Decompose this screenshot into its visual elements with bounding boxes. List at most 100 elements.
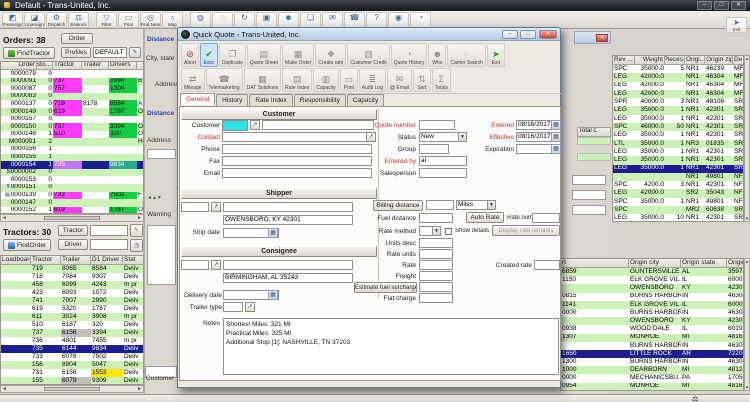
carrier-search-button[interactable]: ◌ Carrier Search bbox=[447, 43, 486, 67]
phone-button[interactable]: ☎ bbox=[344, 12, 365, 28]
column-header[interactable]: Drivers bbox=[109, 62, 137, 70]
order-button[interactable]: Order bbox=[61, 33, 93, 44]
input-fragment[interactable] bbox=[572, 175, 606, 185]
input-fragment[interactable] bbox=[572, 205, 606, 215]
maximize-icon[interactable]: □ bbox=[714, 1, 729, 10]
billing-distance-button[interactable]: Billing distance bbox=[373, 200, 423, 211]
table-row[interactable]: 0938 WOOD DALE IL 60191 bbox=[561, 325, 743, 334]
table-row[interactable]: SPC 35000.0 5 NR1 46239 MF bbox=[613, 65, 743, 74]
table-row[interactable]: 0000148 1 510 320 O bbox=[1, 130, 143, 139]
column-header[interactable]: Order bbox=[1, 62, 37, 70]
table-row[interactable]: LEG 42000.0 NR1 46304 MF bbox=[613, 81, 743, 90]
origins-vscrollbar[interactable]: ▲ ▼ bbox=[744, 258, 750, 391]
table-row[interactable]: SPC 4200.0 3 NR1 42301 NF bbox=[613, 181, 743, 190]
profile-select[interactable]: DEFAULT bbox=[93, 47, 127, 58]
table-row[interactable]: 510 6187 320 Deliv bbox=[1, 321, 143, 329]
scroll-up-icon[interactable]: ▲ bbox=[745, 56, 749, 61]
table-row[interactable]: LEG 35000.0 1 NR1 42301 SR bbox=[613, 131, 743, 140]
table-row[interactable]: 0000147 0 bbox=[1, 199, 143, 207]
rate-number-input[interactable] bbox=[532, 213, 560, 223]
column-header[interactable] bbox=[137, 62, 143, 70]
pencil-icon[interactable]: ✎ bbox=[129, 47, 141, 58]
person-button[interactable]: ☻ bbox=[278, 12, 299, 28]
table-row[interactable]: BURNS HARBORIN 46304 bbox=[561, 341, 743, 350]
table-row[interactable]: NR1 49801 NF bbox=[613, 172, 743, 182]
status-select[interactable]: New ▼ bbox=[419, 132, 467, 142]
column-header[interactable]: Pieces bbox=[665, 56, 685, 65]
balance-button[interactable]: ⚖ Balance bbox=[68, 12, 89, 28]
table-row[interactable]: 1650 LITTLE ROCK AR 72206 bbox=[561, 349, 743, 359]
notepad-icon[interactable]: ✎ bbox=[130, 224, 143, 237]
table-row[interactable]: LEG 42000.0 NR1 46304 MF bbox=[613, 73, 743, 82]
loads-vscrollbar[interactable]: ▲ ▼ bbox=[744, 55, 750, 222]
freight-input[interactable] bbox=[419, 271, 453, 281]
table-row[interactable]: 0000157 0 bbox=[1, 115, 143, 124]
table-row[interactable]: Y 0000151 0 bbox=[1, 183, 143, 192]
table-row[interactable]: S0000002 0 bbox=[1, 168, 143, 177]
column-header[interactable]: Origin bbox=[727, 259, 743, 268]
consignee-address-input[interactable]: BIRMINGHAM, AL 35243 bbox=[223, 273, 353, 283]
display-rate-remarks-button[interactable]: Display rate remarks bbox=[492, 225, 560, 236]
tractor-filter-input[interactable] bbox=[90, 225, 128, 236]
phone-input[interactable] bbox=[222, 144, 372, 154]
input-fragment[interactable] bbox=[572, 190, 606, 200]
table-row[interactable]: 0000137 0 719 8178 8584 A bbox=[1, 100, 143, 108]
calendar-icon[interactable]: ▦ bbox=[551, 120, 561, 130]
column-header[interactable]: Trailer bbox=[82, 62, 109, 70]
fax-input[interactable] bbox=[222, 156, 372, 166]
column-header[interactable]: D1 Driver .. bbox=[91, 256, 123, 265]
column-header[interactable]: Origin zip bbox=[705, 56, 733, 65]
table-row[interactable]: 1000 DEARBORN MI 48124 bbox=[561, 366, 743, 375]
table-row[interactable]: 731 6156 1553 Deliv bbox=[1, 369, 143, 377]
table-row[interactable]: 458 6099 4243 In pr bbox=[1, 281, 143, 289]
who-button[interactable]: ☻ Who bbox=[428, 43, 447, 67]
abort-button[interactable]: ⊘ Abort bbox=[181, 43, 199, 67]
auto-rate-button[interactable]: Auto Rate bbox=[466, 212, 504, 223]
chevron-down-icon[interactable]: ▼ bbox=[458, 133, 466, 141]
capacity-button[interactable]: ▥ Capacity bbox=[313, 68, 339, 92]
notes-textarea[interactable]: Shortest Miles: 321 MI Practical Miles: … bbox=[223, 318, 559, 375]
table-row[interactable]: 1307 MONROE MI 48161 bbox=[561, 333, 743, 342]
table-row[interactable]: ▤ 0000139 0 733 7502 F bbox=[1, 191, 143, 200]
table-row[interactable]: 423 6093 1072 Deliv bbox=[1, 289, 143, 297]
scroll-thumb[interactable] bbox=[44, 386, 100, 392]
mail-button[interactable]: ✉ bbox=[322, 12, 343, 28]
find-near-button[interactable]: ◎ Find Near bbox=[140, 12, 161, 28]
scroll-thumb[interactable] bbox=[44, 215, 100, 221]
quote-sheet-button[interactable]: ▤ Quote Sheet bbox=[246, 43, 281, 67]
table-row[interactable]: 719 8065 8584 Deliv bbox=[1, 265, 143, 273]
sort-button[interactable]: ⇅ Sort bbox=[412, 68, 431, 92]
address-input-fragment[interactable] bbox=[147, 149, 176, 159]
column-header[interactable]: De bbox=[733, 56, 743, 65]
quote-history-button[interactable]: ◔ Quote History bbox=[390, 43, 428, 67]
map-button[interactable]: ♁ Map bbox=[162, 12, 183, 28]
table-row[interactable]: SPR 40000.0 3 NR1 48108 SR bbox=[613, 98, 743, 107]
telemarketing-button[interactable]: ☎ Telemarketing bbox=[205, 68, 243, 92]
table-row[interactable]: LEG 42000.0 SR2 35043 NF bbox=[613, 189, 743, 198]
table-row[interactable]: 611 3024 3908 In pr bbox=[1, 313, 143, 321]
created-rate-input[interactable] bbox=[534, 260, 560, 270]
billing-distance-input[interactable] bbox=[426, 200, 454, 210]
email-button[interactable]: ✉ @ Email bbox=[386, 68, 412, 92]
column-header[interactable]: rt bbox=[561, 259, 629, 268]
tractor-button[interactable]: Tractor bbox=[58, 225, 88, 236]
minimize-icon[interactable]: ‒ bbox=[697, 1, 712, 10]
table-row[interactable]: LEG 35000.0 1 NR1 42301 SR bbox=[613, 147, 743, 157]
calendar-icon[interactable]: ▦ bbox=[551, 144, 561, 154]
tractor-button[interactable]: ▣ bbox=[256, 12, 277, 28]
shipper-name-input[interactable] bbox=[223, 202, 353, 212]
table-row[interactable]: 0000 BURNS HARBORIN 46304 bbox=[561, 308, 743, 318]
customer-browse-icon[interactable]: ↗ bbox=[250, 120, 260, 130]
table-row[interactable]: LEG 35000.0 1 NR1 42301 SR bbox=[613, 156, 743, 165]
record-button[interactable]: ◉ bbox=[388, 12, 409, 28]
email-input[interactable] bbox=[222, 168, 372, 178]
shipper-address-input[interactable]: OWENSBORO, KY 42301 bbox=[223, 215, 353, 225]
pool-button[interactable]: ▭ Pool bbox=[118, 12, 139, 28]
salesperson-input[interactable] bbox=[419, 168, 467, 178]
table-row[interactable]: 619 5320 1787 Deliv bbox=[1, 305, 143, 313]
table-row[interactable]: 733 6078 7502 Deliv bbox=[1, 353, 143, 361]
column-header[interactable]: Origin state bbox=[681, 259, 727, 268]
help-button[interactable]: ? bbox=[366, 12, 387, 28]
rate-method-select[interactable]: ▼ bbox=[419, 226, 441, 236]
rate-units-input[interactable] bbox=[419, 249, 453, 259]
